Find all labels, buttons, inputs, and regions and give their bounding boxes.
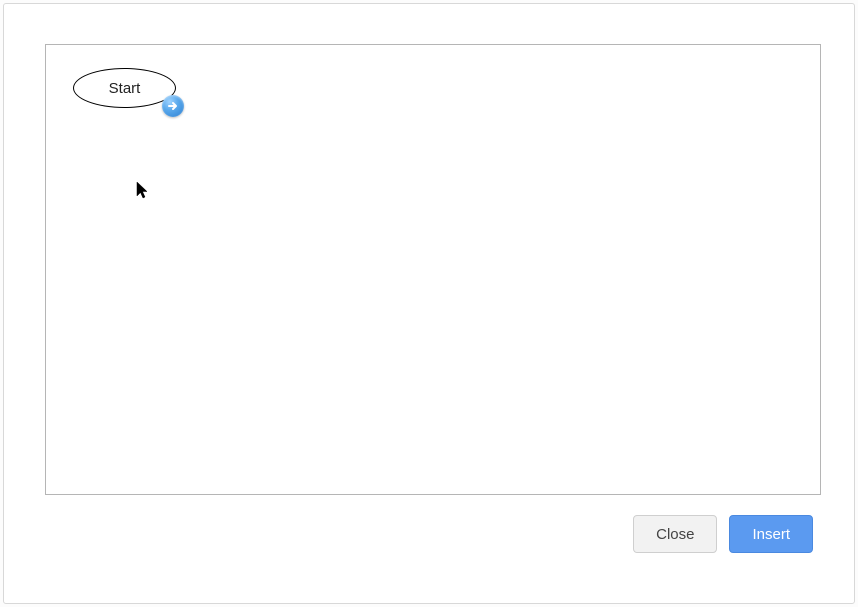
start-node-label: Start [109, 80, 141, 97]
arrow-right-icon [167, 100, 179, 112]
dialog-button-row: Close Insert [633, 515, 813, 553]
close-button[interactable]: Close [633, 515, 717, 553]
connector-handle[interactable] [162, 95, 184, 117]
insert-button[interactable]: Insert [729, 515, 813, 553]
start-node[interactable]: Start [73, 68, 176, 108]
dialog-frame: Start Close Insert [3, 3, 855, 604]
cursor-icon [136, 181, 150, 201]
diagram-canvas[interactable]: Start [45, 44, 821, 495]
